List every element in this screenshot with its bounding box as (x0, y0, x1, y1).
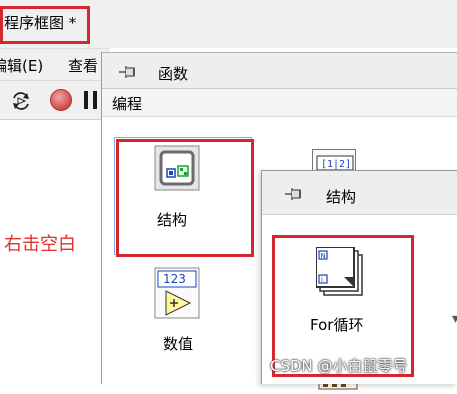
svg-text:N: N (321, 252, 326, 260)
pause-icon[interactable] (84, 91, 98, 109)
toolbar (0, 80, 110, 120)
numeric-icon-text: 123 (163, 272, 186, 286)
menu-bar: 编辑(E) 查看 (0, 48, 110, 80)
functions-palette-header: 函数 (102, 53, 457, 89)
abort-icon[interactable] (50, 89, 72, 111)
pin-icon[interactable] (118, 64, 140, 80)
menu-edit[interactable]: 编辑(E) (0, 55, 43, 76)
for-loop-label: For循环 (310, 316, 364, 334)
title-highlight-box (0, 6, 90, 44)
functions-palette-title: 函数 (158, 65, 189, 83)
for-loop-icon: N i (315, 246, 366, 299)
right-click-annotation: 右击空白 (4, 234, 76, 255)
pin-icon[interactable] (284, 186, 306, 202)
watermark: CSDN @小白鼠零号 (270, 357, 408, 375)
structures-label: 结构 (157, 211, 188, 229)
run-continuously-icon[interactable] (10, 90, 32, 112)
category-label: 编程 (112, 95, 143, 113)
structures-palette-title: 结构 (326, 188, 357, 206)
next-item-icon: ▾ (452, 311, 457, 327)
numeric-label: 数值 (163, 335, 194, 353)
structures-palette-header: 结构 (262, 171, 457, 215)
svg-text:i: i (321, 276, 323, 284)
structures-icon (154, 145, 200, 191)
structures-palette: 结构 N i For循环 ▾ (261, 170, 457, 384)
svg-text:[1|2]: [1|2] (321, 159, 351, 170)
category-programming[interactable]: 编程 (102, 89, 457, 117)
menu-view[interactable]: 查看 (68, 55, 98, 76)
numeric-icon[interactable]: 123 (154, 267, 200, 319)
